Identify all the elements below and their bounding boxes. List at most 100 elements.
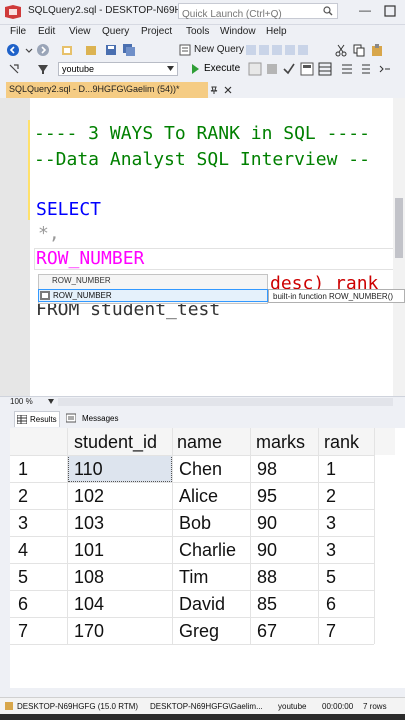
connect-icon[interactable]: [8, 63, 20, 75]
estimated-plan-icon[interactable]: [300, 62, 314, 76]
cell-student-id[interactable]: 170: [74, 621, 104, 642]
cell-student-id[interactable]: 102: [74, 486, 104, 507]
query-editor[interactable]: ---- 3 WAYS To RANK in SQL ---- --Data A…: [30, 98, 405, 396]
cell-name[interactable]: Alice: [179, 486, 218, 507]
zoom-dropdown-icon[interactable]: [48, 399, 54, 404]
maximize-button[interactable]: [381, 3, 399, 19]
row-number[interactable]: 3: [18, 513, 28, 534]
menu-query[interactable]: Query: [102, 26, 129, 37]
grid-row-divider: [10, 563, 374, 564]
paste-icon[interactable]: [370, 43, 384, 57]
debug-icon[interactable]: [248, 62, 262, 76]
database-select[interactable]: youtube: [58, 62, 178, 76]
menu-help[interactable]: Help: [266, 26, 287, 37]
grid-row-divider: [10, 482, 374, 483]
open-file-icon[interactable]: [84, 43, 98, 57]
row-number[interactable]: 7: [18, 621, 28, 642]
parse-icon[interactable]: [282, 62, 296, 76]
cell-rank[interactable]: 3: [326, 540, 336, 561]
pin-icon[interactable]: [210, 86, 218, 94]
cell-name[interactable]: Bob: [179, 513, 211, 534]
tab-sqlquery2[interactable]: SQLQuery2.sql - D...9HGFG\Gaelim (54))*: [6, 82, 208, 98]
column-header-marks[interactable]: marks: [256, 432, 305, 453]
menu-edit[interactable]: Edit: [38, 26, 55, 37]
cell-student-id[interactable]: 103: [74, 513, 104, 534]
execute-play-icon: [192, 64, 199, 74]
cell-marks[interactable]: 95: [257, 486, 277, 507]
editor-gutter: [0, 98, 30, 396]
cancel-query-icon[interactable]: [266, 63, 278, 75]
new-query-button[interactable]: New Query: [194, 44, 244, 55]
search-icon[interactable]: [323, 6, 333, 16]
cell-student-id[interactable]: 104: [74, 594, 104, 615]
cell-name[interactable]: David: [179, 594, 225, 615]
tooltip-text: built-in function ROW_NUMBER(): [273, 292, 394, 301]
results-to-grid-icon[interactable]: [318, 62, 332, 76]
grid-row-divider: [10, 536, 374, 537]
cell-marks[interactable]: 90: [257, 540, 277, 561]
row-number[interactable]: 2: [18, 486, 28, 507]
save-icon[interactable]: [104, 43, 118, 57]
cell-marks[interactable]: 98: [257, 459, 277, 480]
scrollbar-thumb[interactable]: [395, 198, 403, 258]
copy-icon[interactable]: [352, 43, 366, 57]
row-number[interactable]: 6: [18, 594, 28, 615]
cell-rank[interactable]: 5: [326, 567, 336, 588]
close-tab-icon[interactable]: [224, 86, 232, 94]
taskbar-strip: [0, 714, 405, 720]
forward-icon[interactable]: [36, 43, 50, 57]
editor-scrollbar[interactable]: [393, 98, 405, 396]
cell-rank[interactable]: 6: [326, 594, 336, 615]
cell-rank[interactable]: 1: [326, 459, 336, 480]
cell-rank[interactable]: 3: [326, 513, 336, 534]
code-line-row-number: ROW_NUMBER: [36, 248, 145, 269]
menu-tools[interactable]: Tools: [186, 26, 209, 37]
back-icon[interactable]: [6, 43, 20, 57]
uncomment-icon[interactable]: [358, 62, 372, 76]
menu-view[interactable]: View: [69, 26, 91, 37]
menu-project[interactable]: Project: [141, 26, 172, 37]
column-header-rank[interactable]: rank: [324, 432, 359, 453]
cell-marks[interactable]: 67: [257, 621, 277, 642]
new-project-icon[interactable]: [60, 43, 74, 57]
zoom-level[interactable]: 100 %: [10, 397, 33, 406]
cut-icon[interactable]: [334, 43, 348, 57]
row-number[interactable]: 1: [18, 459, 28, 480]
autocomplete-item[interactable]: ROW_NUMBER: [52, 276, 111, 285]
cell-marks[interactable]: 85: [257, 594, 277, 615]
indent-icon[interactable]: [378, 62, 392, 76]
comment-out-icon[interactable]: [340, 62, 354, 76]
cell-marks[interactable]: 88: [257, 567, 277, 588]
tab-results-label: Results: [30, 415, 57, 424]
cell-student-id[interactable]: 101: [74, 540, 104, 561]
cell-student-id[interactable]: 110: [74, 459, 103, 480]
autocomplete-item-label[interactable]: ROW_NUMBER: [53, 291, 112, 300]
window-title: SQLQuery2.sql - DESKTOP-N69H...: [28, 5, 191, 16]
cell-name[interactable]: Greg: [179, 621, 219, 642]
cell-name[interactable]: Tim: [179, 567, 208, 588]
cell-name[interactable]: Chen: [179, 459, 222, 480]
dropdown-arrow-icon[interactable]: [24, 44, 34, 56]
horizontal-scrollbar[interactable]: [58, 398, 393, 406]
column-header-name[interactable]: name: [177, 432, 222, 453]
cell-rank[interactable]: 7: [326, 621, 336, 642]
row-number[interactable]: 5: [18, 567, 28, 588]
query-type-icons[interactable]: [245, 43, 311, 57]
row-number[interactable]: 4: [18, 540, 28, 561]
new-query-icon[interactable]: [178, 43, 192, 57]
tab-results[interactable]: Results: [14, 411, 60, 427]
cell-student-id[interactable]: 108: [74, 567, 104, 588]
execute-button[interactable]: Execute: [204, 63, 240, 74]
cell-marks[interactable]: 90: [257, 513, 277, 534]
column-header-student-id[interactable]: student_id: [74, 432, 157, 453]
object-explorer-icon[interactable]: [36, 63, 50, 75]
minimize-button[interactable]: —: [356, 3, 374, 19]
quick-launch-input[interactable]: [179, 7, 325, 22]
cell-rank[interactable]: 2: [326, 486, 336, 507]
cell-name[interactable]: Charlie: [179, 540, 236, 561]
menu-window[interactable]: Window: [220, 26, 256, 37]
quick-launch-box[interactable]: [178, 3, 338, 22]
function-icon: [40, 291, 50, 300]
save-all-icon[interactable]: [122, 43, 136, 57]
menu-file[interactable]: File: [10, 26, 26, 37]
